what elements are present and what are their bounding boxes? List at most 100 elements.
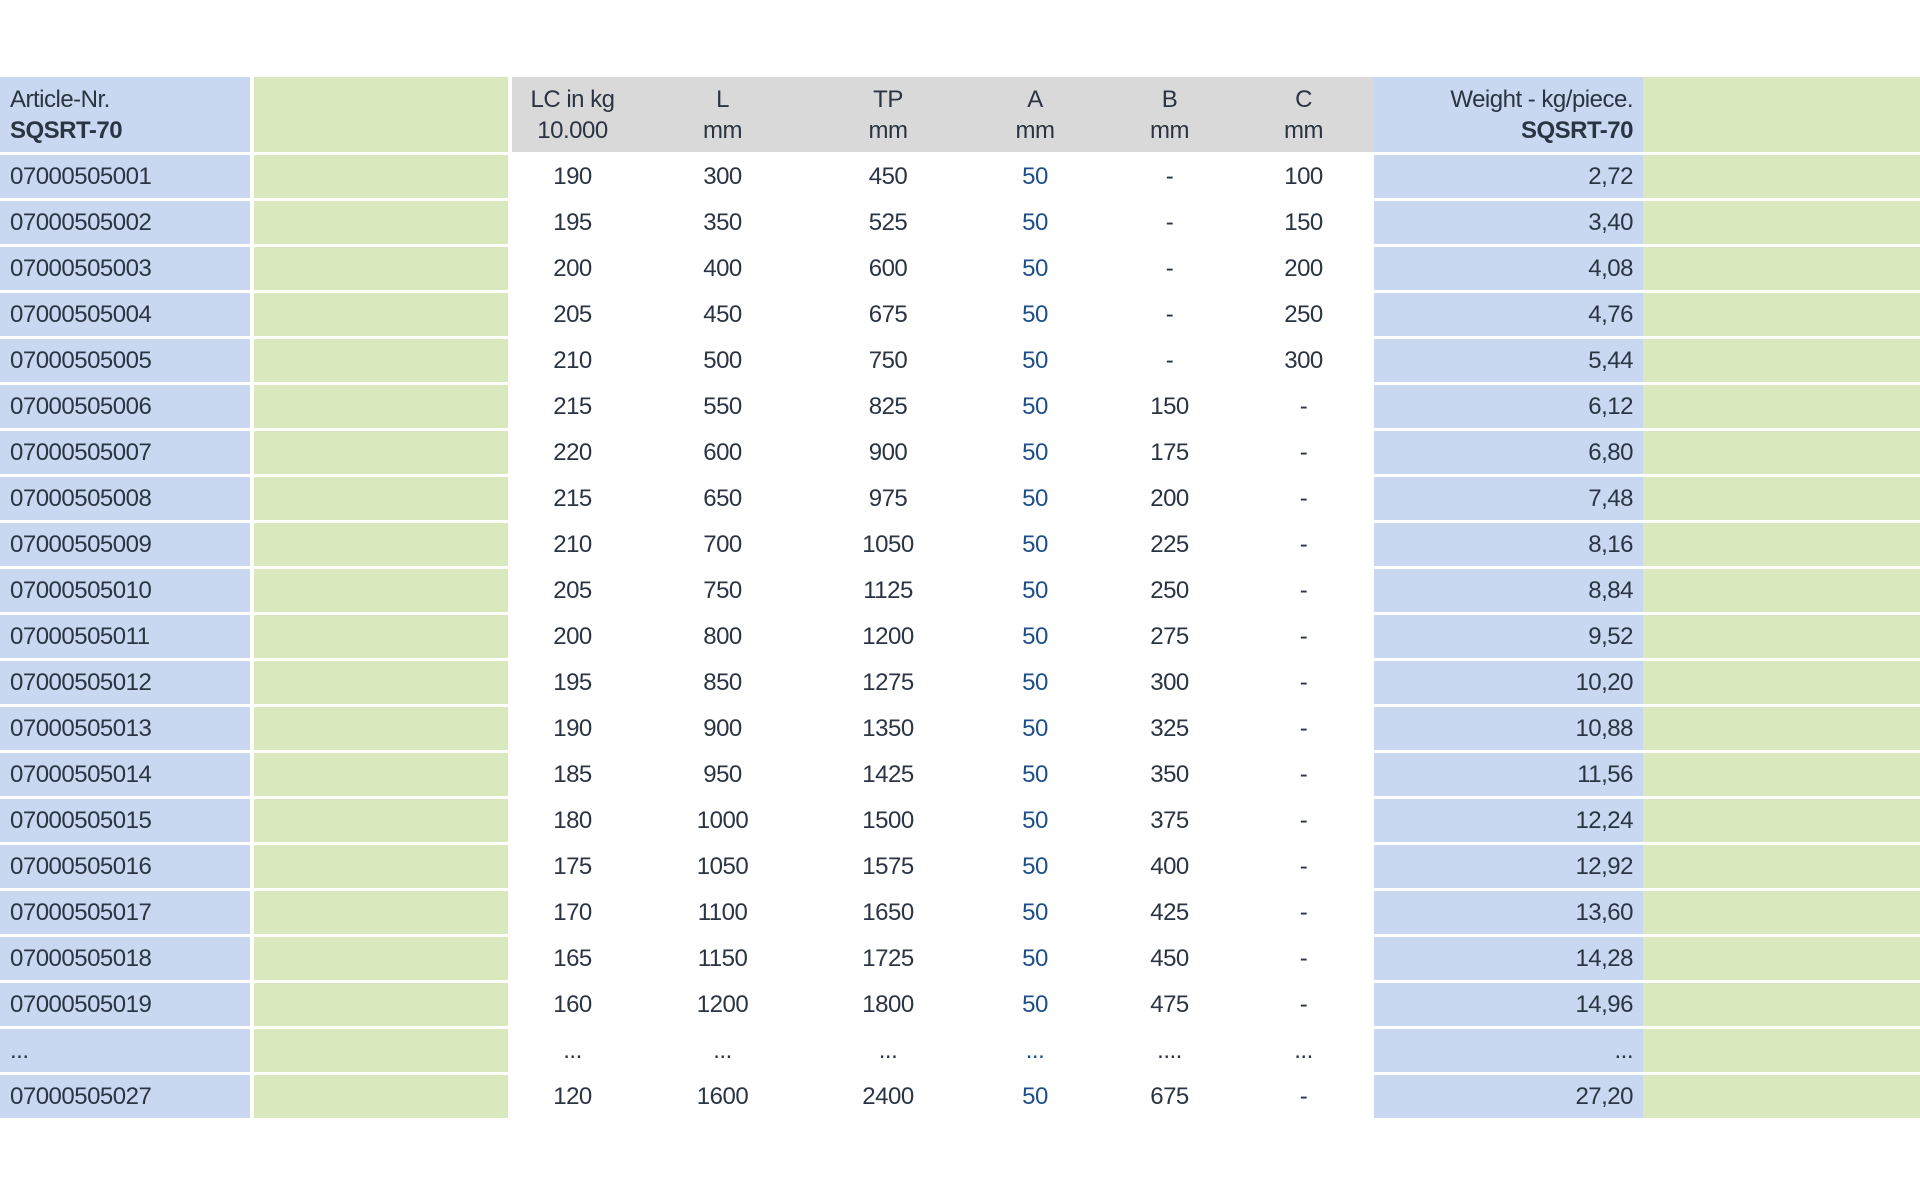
- tp-cell: 975: [812, 477, 964, 523]
- c-cell: -: [1233, 983, 1374, 1029]
- a-cell: 50: [964, 615, 1106, 661]
- green-cell: [1643, 1029, 1920, 1075]
- weight-cell: 12,92: [1374, 845, 1643, 891]
- b-cell: 200: [1106, 477, 1233, 523]
- a-cell: 50: [964, 523, 1106, 569]
- b-cell: 225: [1106, 523, 1233, 569]
- weight-cell: 4,76: [1374, 293, 1643, 339]
- weight-cell: 6,12: [1374, 385, 1643, 431]
- article-number-cell: 07000505014: [0, 753, 250, 799]
- c-cell: 300: [1233, 339, 1374, 385]
- l-cell: 450: [633, 293, 812, 339]
- c-cell: 200: [1233, 247, 1374, 293]
- lc-cell: 165: [512, 937, 633, 983]
- lc-cell: 185: [512, 753, 633, 799]
- tp-cell: 1650: [812, 891, 964, 937]
- weight-cell: 7,48: [1374, 477, 1643, 523]
- c-cell: 250: [1233, 293, 1374, 339]
- tp-cell: 1350: [812, 707, 964, 753]
- l-cell: 950: [633, 753, 812, 799]
- c-cell: -: [1233, 891, 1374, 937]
- green-cell: [1643, 891, 1920, 937]
- green-cell: [1643, 661, 1920, 707]
- c-cell: -: [1233, 385, 1374, 431]
- green-cell: [254, 477, 508, 523]
- green-cell: [254, 845, 508, 891]
- green-cell: [1643, 615, 1920, 661]
- c-cell: 100: [1233, 155, 1374, 201]
- l-cell: 900: [633, 707, 812, 753]
- article-number-cell: 07000505001: [0, 155, 250, 201]
- b-header-label: B: [1161, 85, 1178, 113]
- l-header-unit: mm: [703, 116, 742, 144]
- lc-cell: 205: [512, 569, 633, 615]
- article-number-cell: 07000505012: [0, 661, 250, 707]
- a-cell: 50: [964, 431, 1106, 477]
- l-cell: 850: [633, 661, 812, 707]
- table-row: .........................: [0, 1029, 1920, 1075]
- l-cell: 1200: [633, 983, 812, 1029]
- article-table: Article-Nr. SQSRT-70 LC in kg 10.000 L m…: [0, 77, 1920, 1121]
- c-cell: -: [1233, 477, 1374, 523]
- l-cell: 650: [633, 477, 812, 523]
- b-cell: 400: [1106, 845, 1233, 891]
- b-cell: ....: [1106, 1029, 1233, 1075]
- l-cell: 300: [633, 155, 812, 201]
- weight-cell: 10,88: [1374, 707, 1643, 753]
- weight-cell: 3,40: [1374, 201, 1643, 247]
- article-number-cell: 07000505003: [0, 247, 250, 293]
- green-cell: [1643, 339, 1920, 385]
- tp-cell: 1275: [812, 661, 964, 707]
- table-row: 07000505015 180 1000 1500 50 375-12,24: [0, 799, 1920, 845]
- c-header: C mm: [1233, 77, 1374, 155]
- green-cell: [1643, 385, 1920, 431]
- a-cell: ...: [964, 1029, 1106, 1075]
- l-cell: 1100: [633, 891, 812, 937]
- l-cell: 750: [633, 569, 812, 615]
- l-header: L mm: [633, 77, 812, 155]
- green-cell: [254, 293, 508, 339]
- b-cell: 675: [1106, 1075, 1233, 1121]
- lc-cell: 160: [512, 983, 633, 1029]
- lc-cell: ...: [512, 1029, 633, 1075]
- lc-cell: 180: [512, 799, 633, 845]
- green-cell: [1643, 845, 1920, 891]
- b-cell: -: [1106, 201, 1233, 247]
- green-header: [1643, 77, 1920, 155]
- l-cell: 1150: [633, 937, 812, 983]
- article-number-cell: 07000505027: [0, 1075, 250, 1121]
- lc-header: LC in kg 10.000: [512, 77, 633, 155]
- weight-cell: 27,20: [1374, 1075, 1643, 1121]
- table-row: 07000505006 215 550 825 50 150-6,12: [0, 385, 1920, 431]
- c-cell: -: [1233, 1075, 1374, 1121]
- weight-cell: 14,28: [1374, 937, 1643, 983]
- green-cell: [254, 937, 508, 983]
- weight-cell: 8,84: [1374, 569, 1643, 615]
- lc-cell: 190: [512, 707, 633, 753]
- a-cell: 50: [964, 983, 1106, 1029]
- table-row: 07000505011 200 800 1200 50 275-9,52: [0, 615, 1920, 661]
- table-row: 07000505014 185 950 1425 50 350-11,56: [0, 753, 1920, 799]
- lc-header-label: LC in kg: [530, 85, 615, 113]
- b-cell: 350: [1106, 753, 1233, 799]
- green-cell: [1643, 247, 1920, 293]
- c-cell: -: [1233, 707, 1374, 753]
- a-cell: 50: [964, 477, 1106, 523]
- a-cell: 50: [964, 339, 1106, 385]
- green-cell: [1643, 523, 1920, 569]
- a-header-unit: mm: [1015, 116, 1055, 144]
- article-number-cell: ...: [0, 1029, 250, 1075]
- green-cell: [254, 983, 508, 1029]
- table-row: 07000505010 205 750 1125 50 250-8,84: [0, 569, 1920, 615]
- a-cell: 50: [964, 569, 1106, 615]
- weight-cell: 2,72: [1374, 155, 1643, 201]
- table-row: 07000505009 210 700 1050 50 225-8,16: [0, 523, 1920, 569]
- lc-cell: 190: [512, 155, 633, 201]
- table-row: 07000505018 165 1150 1725 50 450-14,28: [0, 937, 1920, 983]
- l-cell: 800: [633, 615, 812, 661]
- b-cell: 300: [1106, 661, 1233, 707]
- tp-cell: 675: [812, 293, 964, 339]
- weight-cell: 10,20: [1374, 661, 1643, 707]
- article-header: Article-Nr. SQSRT-70: [0, 77, 250, 155]
- green-cell: [254, 385, 508, 431]
